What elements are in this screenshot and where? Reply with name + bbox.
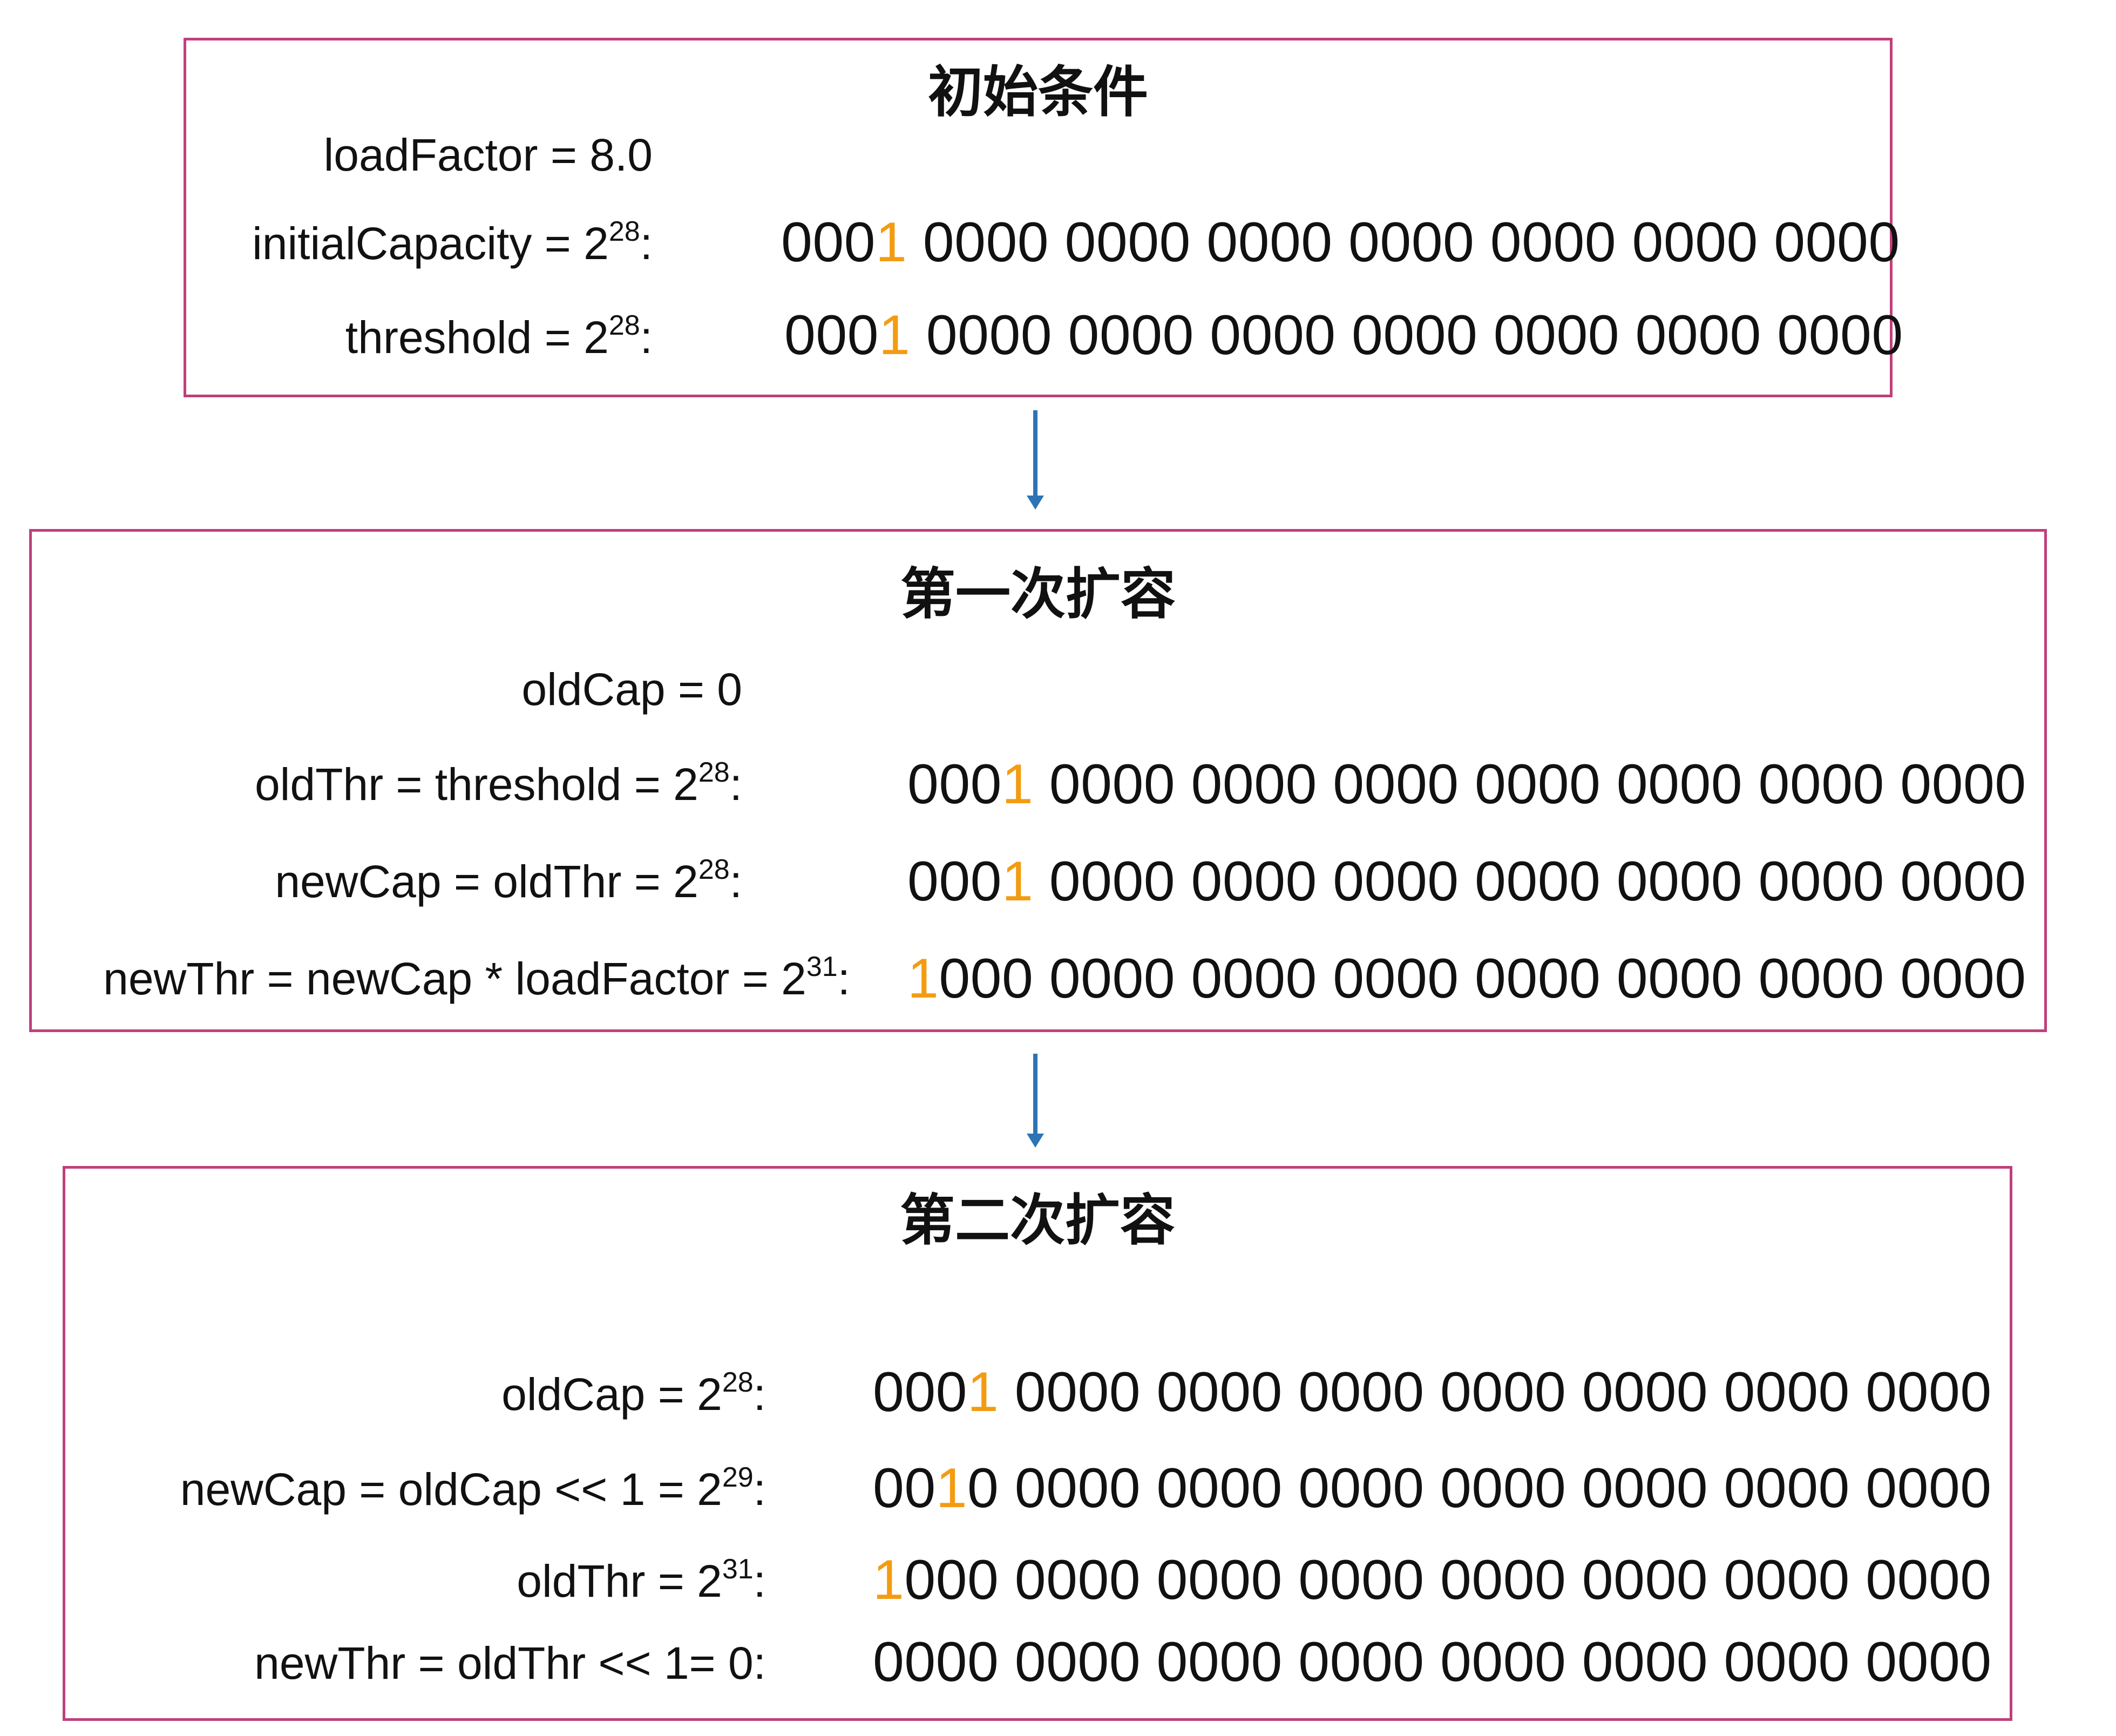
binary-value: 1000 0000 0000 0000 0000 0000 0000 0000 — [907, 947, 2026, 1010]
row-label: newCap = oldThr = 228: — [275, 854, 742, 907]
binary-value: 0001 0000 0000 0000 0000 0000 0000 0000 — [907, 753, 2026, 816]
row-label: newThr = oldThr << 1= 0: — [254, 1638, 766, 1688]
binary-value: 0001 0000 0000 0000 0000 0000 0000 0000 — [907, 850, 2026, 913]
row-label: newCap = oldCap << 1 = 229: — [180, 1462, 766, 1515]
flow-arrow — [1033, 410, 1037, 502]
panel-initial-conditions: 初始条件 loadFactor = 8.0 initialCapacity = … — [184, 38, 1903, 397]
row-label: newThr = newCap * loadFactor = 231: — [103, 951, 850, 1004]
binary-value: 0010 0000 0000 0000 0000 0000 0000 0000 — [873, 1457, 1992, 1520]
binary-value: 0001 0000 0000 0000 0000 0000 0000 0000 — [784, 304, 1903, 367]
panel-title: 第二次扩容 — [900, 1189, 1175, 1253]
binary-value: 0000 0000 0000 0000 0000 0000 0000 0000 — [873, 1631, 1992, 1693]
flow-arrow — [1033, 1054, 1037, 1140]
row-label: oldThr = 231: — [517, 1554, 766, 1606]
row-label: oldCap = 228: — [501, 1367, 766, 1420]
row-label: oldCap = 0 — [521, 664, 742, 715]
binary-value: 0001 0000 0000 0000 0000 0000 0000 0000 — [781, 211, 1900, 274]
binary-value: 0001 0000 0000 0000 0000 0000 0000 0000 — [873, 1361, 1992, 1423]
panel-first-resize: 第一次扩容 oldCap = 0 oldThr = threshold = 22… — [29, 529, 2047, 1032]
panel-second-resize: 第二次扩容 oldCap = 228: 0001 0000 0000 0000 … — [63, 1166, 2012, 1721]
panel-title: 初始条件 — [928, 60, 1148, 125]
panel-title: 第一次扩容 — [900, 562, 1176, 627]
row-label: loadFactor = 8.0 — [323, 130, 653, 180]
row-label: oldThr = threshold = 228: — [254, 757, 742, 810]
row-label: threshold = 228: — [345, 310, 653, 363]
binary-value: 1000 0000 0000 0000 0000 0000 0000 0000 — [873, 1549, 1992, 1611]
row-label: initialCapacity = 228: — [252, 216, 653, 269]
